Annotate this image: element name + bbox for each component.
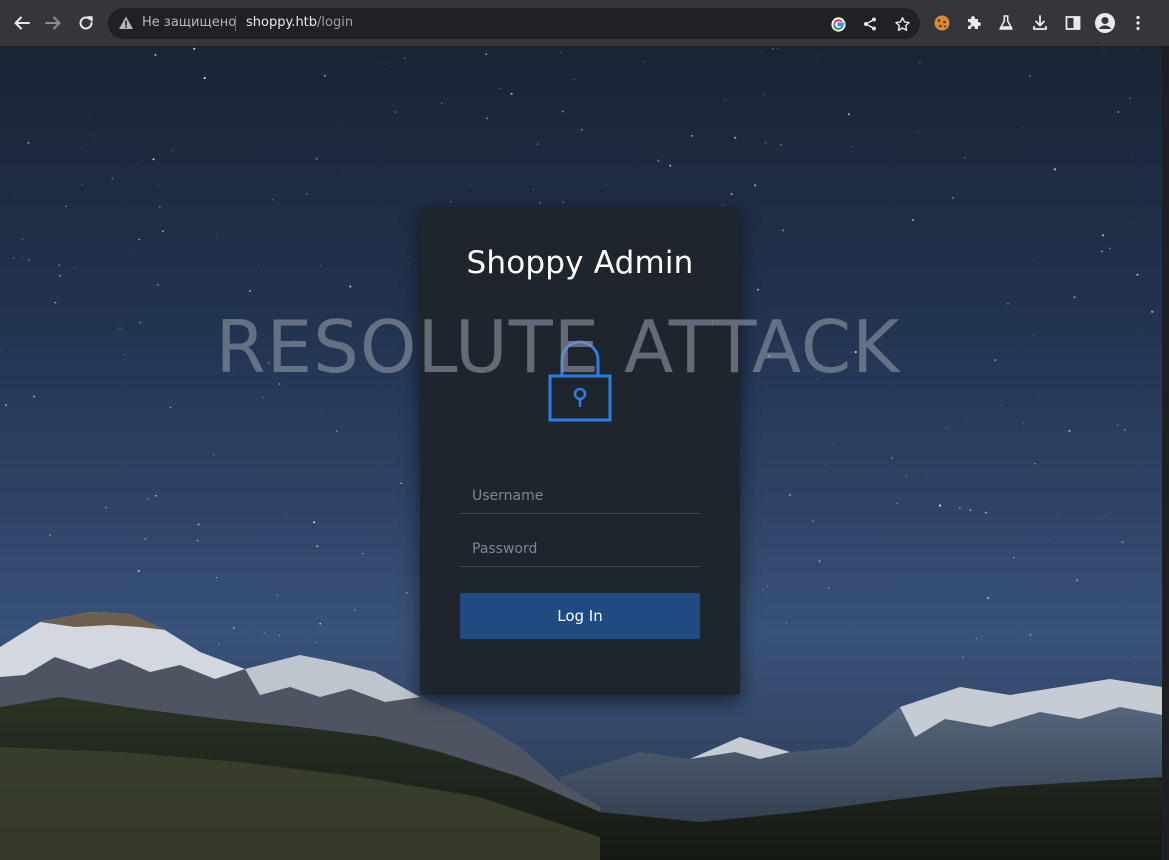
star-icon[interactable] bbox=[890, 12, 914, 36]
lock-icon bbox=[548, 340, 612, 422]
profile-button[interactable] bbox=[1090, 8, 1120, 38]
address-bar[interactable]: Не защищено shoppy.htb/login bbox=[108, 8, 920, 39]
downloads-button[interactable] bbox=[1025, 8, 1055, 38]
username-field[interactable] bbox=[460, 478, 700, 514]
window-edge bbox=[1162, 47, 1169, 860]
login-title: Shoppy Admin bbox=[466, 245, 694, 281]
menu-dots-icon bbox=[1136, 15, 1140, 31]
extensions-button[interactable] bbox=[959, 8, 989, 38]
page-viewport: Shoppy Admin Log In RESOLUTE ATTACK bbox=[0, 47, 1162, 860]
google-icon[interactable] bbox=[826, 12, 850, 36]
password-field[interactable] bbox=[460, 531, 700, 567]
cookie-extension-button[interactable] bbox=[927, 8, 957, 38]
arrow-right-icon bbox=[45, 16, 61, 30]
labs-flask-icon bbox=[999, 15, 1013, 30]
browser-toolbar: Не защищено shoppy.htb/login bbox=[0, 0, 1169, 47]
security-label[interactable]: Не защищено bbox=[142, 15, 236, 30]
url-host: shoppy.htb bbox=[246, 15, 318, 30]
url-text[interactable]: shoppy.htb/login bbox=[246, 15, 353, 30]
labs-button[interactable] bbox=[991, 8, 1021, 38]
browser-menu-button[interactable] bbox=[1123, 8, 1153, 38]
forward-button[interactable] bbox=[38, 8, 68, 38]
arrow-left-icon bbox=[14, 16, 30, 30]
back-button[interactable] bbox=[7, 8, 37, 38]
side-panel-icon bbox=[1065, 16, 1081, 30]
url-path: /login bbox=[317, 15, 354, 30]
extensions-puzzle-icon bbox=[968, 16, 981, 29]
share-icon[interactable] bbox=[858, 12, 882, 36]
side-panel-button[interactable] bbox=[1058, 8, 1088, 38]
download-icon bbox=[1033, 15, 1047, 30]
reload-icon bbox=[79, 16, 93, 30]
warning-triangle-icon[interactable] bbox=[118, 15, 134, 35]
reload-button[interactable] bbox=[71, 8, 101, 38]
address-divider bbox=[235, 16, 236, 31]
profile-icon bbox=[1095, 13, 1115, 33]
login-button[interactable]: Log In bbox=[460, 593, 700, 639]
cookie-icon bbox=[934, 15, 950, 31]
login-card: Shoppy Admin Log In bbox=[420, 207, 740, 695]
